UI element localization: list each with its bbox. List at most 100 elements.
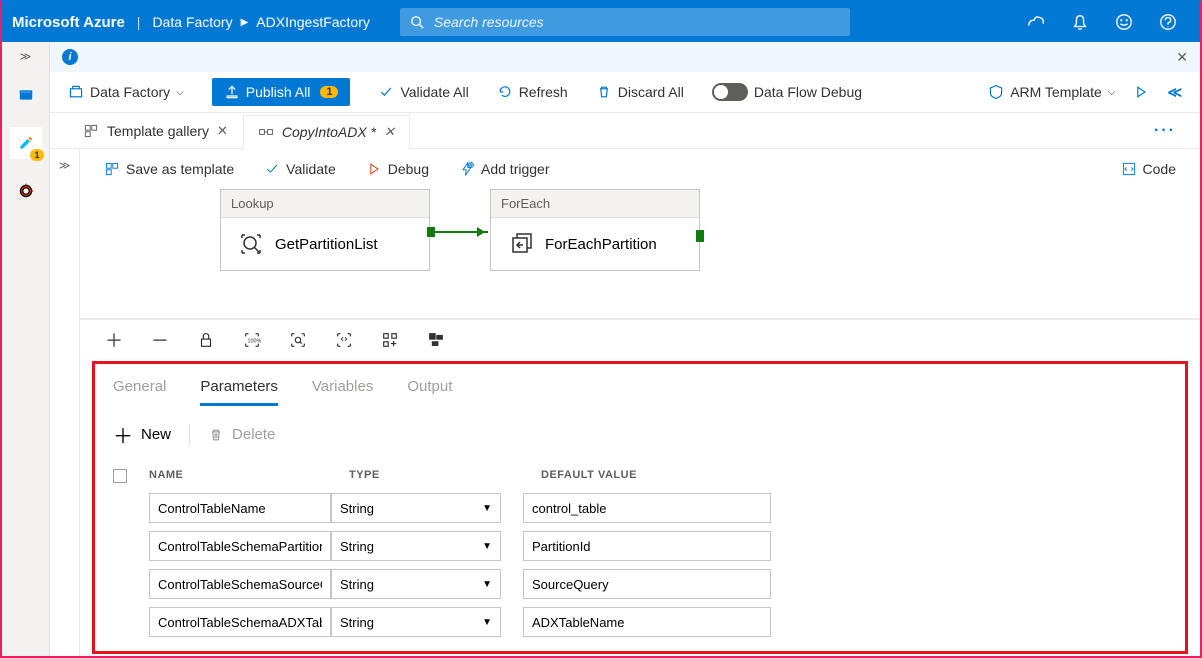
add-trigger-button[interactable]: Add trigger [459,161,549,177]
tab-output[interactable]: Output [407,378,452,406]
debug-label: Debug [388,161,429,177]
breadcrumb-resource[interactable]: ADXIngestFactory [256,14,370,30]
pipeline-canvas[interactable]: Lookup GetPartitionList ForEach ForEachP… [80,189,1200,319]
param-type-select[interactable]: String▼ [331,569,501,599]
canvas-side-panel: ≫ [50,149,80,656]
global-search[interactable] [400,8,850,36]
refresh-button[interactable]: Refresh [497,84,568,100]
tab-copyintoadx[interactable]: CopyIntoADX * ✕ [243,115,410,149]
search-icon [410,15,424,29]
arm-label: ARM Template [1010,84,1102,100]
cloud-shell-icon[interactable] [1014,2,1058,42]
output-handle-icon[interactable] [696,230,704,242]
auto-align-icon[interactable] [380,330,400,350]
collapse-icon[interactable]: ≪ [1167,84,1182,101]
activity-name: GetPartitionList [275,236,378,253]
run-button[interactable] [1133,84,1149,100]
param-type-select[interactable]: String▼ [331,531,501,561]
param-default-input[interactable] [523,531,771,561]
refresh-label: Refresh [519,84,568,100]
parameters-grid-header: NAME TYPE DEFAULT VALUE [99,463,1181,489]
tab-label: Template gallery [107,123,209,139]
col-name: NAME [149,469,349,483]
chevron-down-icon: ▼ [482,541,492,552]
discard-all-button[interactable]: Discard All [596,84,684,100]
properties-panel: General Parameters Variables Output ＋ Ne… [92,361,1188,654]
tab-variables[interactable]: Variables [312,378,373,406]
rail-item-overview[interactable] [10,79,42,111]
lock-icon[interactable] [196,330,216,350]
brand[interactable]: Microsoft Azure [12,14,125,31]
expand-rail-icon[interactable]: ≫ [20,50,32,63]
feedback-icon[interactable] [1102,2,1146,42]
fullscreen-icon[interactable] [334,330,354,350]
debug-button[interactable]: Debug [366,161,429,177]
infobar-close-icon[interactable]: ✕ [1176,49,1188,66]
param-default-input[interactable] [523,493,771,523]
chevron-down-icon: ⌵ [1108,87,1116,98]
tab-overflow-icon[interactable]: ··· [1130,114,1200,148]
activity-type-label: Lookup [221,190,429,218]
delete-parameter-button[interactable]: Delete [208,426,275,443]
notifications-icon[interactable] [1058,2,1102,42]
toggle-switch[interactable] [712,83,748,101]
parameter-row: String▼ [99,489,1181,527]
svg-text:100%: 100% [248,338,262,344]
select-all-checkbox[interactable] [113,469,127,483]
factory-label: Data Factory [90,84,170,100]
plus-icon: ＋ [113,420,133,449]
activity-name: ForEachPartition [545,236,657,253]
validate-label: Validate [286,161,336,177]
zoom-out-icon[interactable]: － [150,330,170,350]
param-default-input[interactable] [523,607,771,637]
tab-close-icon[interactable]: ✕ [384,124,395,140]
breadcrumb-service[interactable]: Data Factory [152,14,232,30]
pipeline-toolbar: Save as template Validate Debug Add trig… [80,149,1200,189]
arm-template-button[interactable]: ARM Template ⌵ [988,84,1115,100]
layout-icon[interactable] [426,330,446,350]
param-name-input[interactable] [149,493,331,523]
trash-icon [208,427,224,443]
save-template-label: Save as template [126,161,234,177]
param-name-input[interactable] [149,569,331,599]
new-parameter-button[interactable]: ＋ New [113,420,171,449]
tab-general[interactable]: General [113,378,166,406]
help-icon[interactable] [1146,2,1190,42]
param-name-input[interactable] [149,607,331,637]
publish-all-button[interactable]: Publish All 1 [212,78,351,106]
activity-foreach[interactable]: ForEach ForEachPartition [490,189,700,271]
code-view-button[interactable]: Code [1121,161,1176,177]
validate-button[interactable]: Validate [264,161,336,177]
zoom-in-icon[interactable]: ＋ [104,330,124,350]
chevron-down-icon: ⌵ [176,87,184,98]
search-input[interactable] [434,14,840,30]
param-type-select[interactable]: String▼ [331,607,501,637]
connector-arrow-icon[interactable] [432,231,488,233]
breadcrumb-chevron-icon: ▶ [241,17,249,28]
zoom-100-icon[interactable]: 100% [242,330,262,350]
left-rail: ≫ 1 [2,42,50,656]
param-name-input[interactable] [149,531,331,561]
tab-template-gallery[interactable]: Template gallery ✕ [68,114,243,148]
publish-count-badge: 1 [320,86,338,98]
new-label: New [141,426,171,443]
factory-picker[interactable]: Data Factory ⌵ [68,84,184,100]
zoom-fit-icon[interactable] [288,330,308,350]
validate-all-button[interactable]: Validate All [378,84,468,100]
rail-item-monitor[interactable] [10,175,42,207]
document-tabs: Template gallery ✕ CopyIntoADX * ✕ ··· [50,113,1200,149]
chevron-down-icon: ▼ [482,617,492,628]
rail-item-author[interactable]: 1 [10,127,42,159]
param-type-select[interactable]: String▼ [331,493,501,523]
col-default: DEFAULT VALUE [541,469,801,483]
save-as-template-button[interactable]: Save as template [104,161,234,177]
param-default-input[interactable] [523,569,771,599]
parameter-row: String▼ [99,527,1181,565]
expand-activities-icon[interactable]: ≫ [59,159,71,172]
activity-lookup[interactable]: Lookup GetPartitionList [220,189,430,271]
dataflow-debug-toggle[interactable]: Data Flow Debug [712,83,862,101]
tab-close-icon[interactable]: ✕ [217,123,228,139]
validate-all-label: Validate All [400,84,468,100]
tab-parameters[interactable]: Parameters [200,378,278,406]
code-label: Code [1143,161,1176,177]
